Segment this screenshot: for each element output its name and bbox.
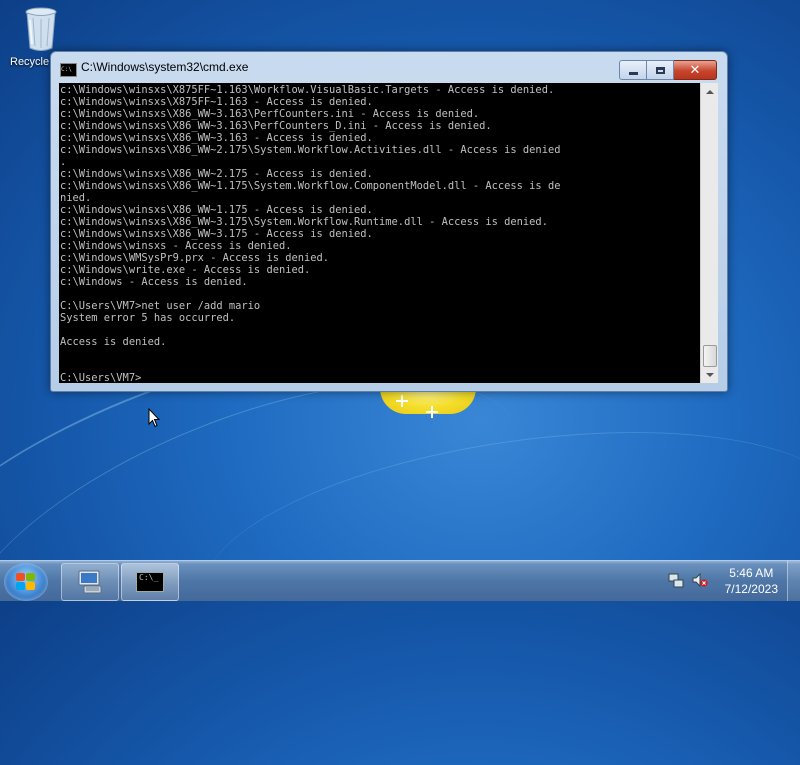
recycle-bin-icon [24,6,58,52]
taskbar: C:\_ 5:46 AM 7/12/2023 [0,560,800,601]
system-tray: 5:46 AM 7/12/2023 [650,561,800,601]
maximize-button[interactable] [647,60,674,80]
vertical-scrollbar[interactable] [700,83,718,383]
clock-date: 7/12/2023 [724,582,778,596]
window-controls: ✕ [619,60,717,80]
close-button[interactable]: ✕ [674,60,717,80]
taskbar-button-cmd[interactable]: C:\_ [121,563,179,601]
clock-time: 5:46 AM [729,566,774,580]
show-desktop-button[interactable] [787,561,800,601]
maximize-icon [655,66,665,74]
mouse-pointer-icon [148,407,161,432]
minimize-button[interactable] [619,60,647,80]
console-output[interactable]: c:\Windows\winsxs\X875FF~1.163\Workflow.… [59,83,700,383]
start-button[interactable] [4,563,48,601]
close-icon: ✕ [689,62,701,78]
minimize-icon [628,71,638,75]
window-titlebar[interactable]: C:\ C:\Windows\system32\cmd.exe ✕ [51,52,727,84]
server-manager-icon [78,570,102,594]
cmd-icon: C:\_ [136,572,164,592]
scroll-down-button[interactable] [701,366,718,383]
arrow-up-icon [705,89,714,94]
wallpaper-sparkle [396,395,408,407]
arrow-down-icon [705,372,714,377]
network-icon[interactable] [668,572,684,588]
scroll-up-button[interactable] [701,83,718,100]
wallpaper-streak [187,395,800,706]
taskbar-button-server-manager[interactable] [61,563,119,601]
wallpaper-sparkle [426,406,438,418]
windows-start-icon [16,573,36,591]
taskbar-clock[interactable]: 5:46 AM 7/12/2023 [725,565,778,597]
scroll-thumb[interactable] [703,345,717,367]
cmd-icon: C:\ [60,63,77,77]
cmd-window[interactable]: C:\ C:\Windows\system32\cmd.exe ✕ c:\Win… [50,51,728,392]
console-text: c:\Windows\winsxs\X875FF~1.163\Workflow.… [60,84,561,383]
volume-muted-icon[interactable] [692,572,708,588]
window-title: C:\Windows\system32\cmd.exe [81,60,249,74]
